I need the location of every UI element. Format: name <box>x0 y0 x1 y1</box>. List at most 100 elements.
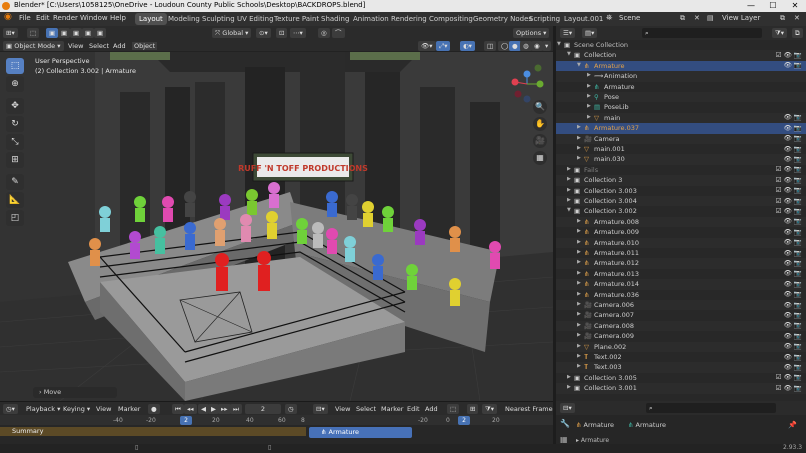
armature-data-field[interactable]: ⋔ Armature <box>628 421 666 429</box>
camera-render-icon[interactable]: 📷 <box>794 207 802 215</box>
tab-shading[interactable]: Shading <box>317 13 353 25</box>
camera-render-icon[interactable]: 📷 <box>794 373 802 381</box>
render-tab-icon[interactable]: ▦ <box>560 435 568 444</box>
camera-render-icon[interactable]: 📷 <box>794 165 802 173</box>
expand-arrow-icon[interactable]: ▶ <box>587 83 591 89</box>
collapse-arrow-icon[interactable]: ▼ <box>557 41 561 47</box>
camera-render-icon[interactable]: 📷 <box>794 238 802 246</box>
visibility-toggles[interactable]: 👁 📷 <box>784 353 802 361</box>
visibility-toggles[interactable]: 👁 📷 <box>784 61 802 69</box>
tab-layout-001[interactable]: Layout.001 <box>560 13 607 25</box>
view-layer-selector[interactable]: View Layer <box>722 14 760 22</box>
select-intersect-icon[interactable]: ▣ <box>94 28 107 38</box>
outliner-row[interactable]: ▶ ▽ Plane.002 👁 📷 <box>556 341 806 352</box>
outliner-editor-type-icon[interactable]: ☰▾ <box>560 28 576 38</box>
visibility-toggles[interactable]: 👁 📷 <box>784 249 802 257</box>
outliner-row[interactable]: ▶ ⋔ Armature.008 👁 📷 <box>556 216 806 228</box>
camera-render-icon[interactable]: 📷 <box>794 124 802 132</box>
camera-render-icon[interactable]: 📷 <box>794 269 802 277</box>
outliner-row[interactable]: ▶ ▽ main.001 👁 📷 <box>556 144 806 154</box>
camera-render-icon[interactable]: 📷 <box>794 61 802 69</box>
outliner-row[interactable]: ▶ ▣ Fails ☑ 👁 📷 <box>556 165 806 175</box>
editor-type-button[interactable]: ⊞▾ <box>3 28 18 38</box>
select-box-tool-icon[interactable]: ⬚ <box>6 58 24 74</box>
outliner-row[interactable]: ▶ ⚲ Pose <box>556 92 806 103</box>
outliner-row[interactable]: ▶ ⋔ Armature.012 👁 📷 <box>556 258 806 269</box>
outliner-row[interactable]: ▶ 🎥 Camera.009 👁 📷 <box>556 331 806 341</box>
camera-render-icon[interactable]: 📷 <box>794 363 802 371</box>
menu-view[interactable]: View <box>68 42 83 50</box>
camera-render-icon[interactable]: 📷 <box>794 259 802 267</box>
expand-arrow-icon[interactable]: ▶ <box>567 176 571 182</box>
visibility-toggles[interactable]: 👁 📷 <box>784 290 802 298</box>
record-icon[interactable]: ● <box>148 404 160 414</box>
eye-icon[interactable]: 👁 <box>784 61 792 69</box>
eye-icon[interactable]: 👁 <box>784 259 792 267</box>
outliner-row[interactable]: ▶ ⋔ Armature.014 👁 📷 <box>556 279 806 290</box>
xray-toggle-icon[interactable]: ◫ <box>484 41 497 51</box>
nla-menu-select[interactable]: Select <box>356 405 376 413</box>
expand-arrow-icon[interactable]: ▶ <box>577 249 581 255</box>
new-scene-icon[interactable]: ⧉ <box>680 14 685 23</box>
menu-render[interactable]: Render <box>53 14 78 22</box>
display-mode-icon[interactable]: ▤▾ <box>582 28 598 38</box>
timeline-menu-view[interactable]: View <box>96 405 111 413</box>
timeline-editor-type-icon[interactable]: ◷▾ <box>3 404 18 414</box>
expand-arrow-icon[interactable]: ▶ <box>577 259 581 265</box>
menu-select[interactable]: Select <box>89 42 109 50</box>
eye-icon[interactable]: 👁 <box>784 280 792 288</box>
visibility-toggles[interactable]: 👁 📷 <box>784 228 802 236</box>
properties-editor-type-icon[interactable]: ⊟▾ <box>560 403 575 413</box>
outliner-row[interactable]: ▶ ▣ Collection 3 ☑ 👁 📷 <box>556 175 806 186</box>
proportional-edit-toggle[interactable]: ◎ <box>318 28 330 38</box>
eye-icon[interactable]: 👁 <box>784 384 792 392</box>
eye-icon[interactable]: 👁 <box>784 342 792 350</box>
exclude-checkbox-icon[interactable]: ☑ <box>776 197 782 205</box>
pivot-point-dropdown[interactable]: ⊙▾ <box>256 28 271 38</box>
expand-arrow-icon[interactable]: ▶ <box>577 270 581 276</box>
expand-arrow-icon[interactable]: ▶ <box>577 218 581 224</box>
collapse-arrow-icon[interactable]: ▼ <box>567 51 571 57</box>
eye-icon[interactable]: 👁 <box>784 176 792 184</box>
expand-arrow-icon[interactable]: ▶ <box>587 72 591 78</box>
pin-icon[interactable]: 📌 <box>788 421 797 429</box>
eye-icon[interactable]: 👁 <box>784 145 792 153</box>
scale-tool-icon[interactable]: ⤡ <box>6 134 24 150</box>
visibility-toggles[interactable]: ☑ 👁 📷 <box>776 207 802 215</box>
clock-icon[interactable]: ◷ <box>285 404 297 414</box>
outliner-search-input[interactable]: ⌕ <box>642 28 762 38</box>
playhead-marker[interactable]: 2 <box>180 416 192 425</box>
outliner-row[interactable]: ▶ ⋔ Armature.009 👁 📷 <box>556 227 806 237</box>
visibility-toggles[interactable]: ☑ 👁 📷 <box>776 197 802 205</box>
eye-icon[interactable]: 👁 <box>784 155 792 163</box>
next-key-icon[interactable]: ▸▸ <box>218 404 231 414</box>
eye-icon[interactable]: 👁 <box>784 207 792 215</box>
visibility-toggles[interactable]: 👁 📷 <box>784 134 802 142</box>
outliner-row[interactable]: ▶ ⋔ Armature <box>556 82 806 92</box>
exclude-checkbox-icon[interactable]: ☑ <box>776 384 782 392</box>
visibility-toggles[interactable]: 👁 📷 <box>784 124 802 132</box>
expand-arrow-icon[interactable]: ▶ <box>577 228 581 234</box>
expand-arrow-icon[interactable]: ▶ <box>577 155 581 161</box>
expand-arrow-icon[interactable]: ▶ <box>577 363 581 369</box>
visibility-toggles[interactable]: 👁 📷 <box>784 113 802 121</box>
tab-texture-paint[interactable]: Texture Paint <box>270 13 323 25</box>
tab-scripting[interactable]: Scripting <box>525 13 564 25</box>
prev-key-icon[interactable]: ◂◂ <box>184 404 197 414</box>
outliner-row[interactable]: ▶ ▽ main 👁 📷 <box>556 112 806 124</box>
visibility-toggles[interactable]: 👁 📷 <box>784 332 802 340</box>
camera-render-icon[interactable]: 📷 <box>794 176 802 184</box>
eye-icon[interactable]: 👁 <box>784 113 792 121</box>
menu-help[interactable]: Help <box>110 14 126 22</box>
move-tool-icon[interactable]: ✥ <box>6 98 24 114</box>
shading-material-icon[interactable]: ◍ <box>520 41 532 51</box>
camera-render-icon[interactable]: 📷 <box>794 311 802 319</box>
camera-render-icon[interactable]: 📷 <box>794 280 802 288</box>
properties-search-input[interactable]: ⌕ <box>646 403 776 413</box>
camera-render-icon[interactable]: 📷 <box>794 321 802 329</box>
eye-icon[interactable]: 👁 <box>784 321 792 329</box>
select-invert-icon[interactable]: ▣ <box>82 28 95 38</box>
filter-icon[interactable]: ⧩▾ <box>772 28 788 38</box>
menu-window[interactable]: Window <box>80 14 108 22</box>
visibility-toggles[interactable]: 👁 📷 <box>784 155 802 163</box>
